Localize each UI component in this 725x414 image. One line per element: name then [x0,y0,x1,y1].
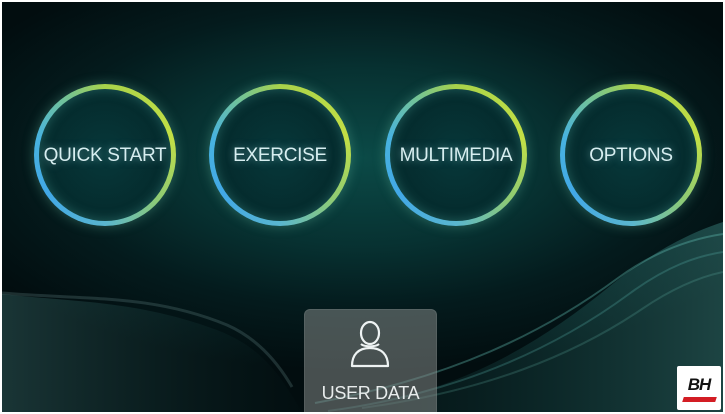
left-wave [2,294,302,412]
exercise-button[interactable]: EXERCISE [209,84,351,226]
brand-text: BH [687,375,712,394]
multimedia-label: MULTIMEDIA [399,145,513,166]
multimedia-button[interactable]: MULTIMEDIA [385,84,527,226]
options-label: OPTIONS [589,145,673,166]
options-button[interactable]: OPTIONS [560,84,702,226]
brand-accent-bar [682,397,717,402]
exercise-label: EXERCISE [233,145,327,166]
user-data-button[interactable]: USER DATA [304,309,437,412]
main-screen: QUICK START EXERCISE MULTIMEDIA OPTIONS … [2,2,723,412]
bh-logo: BH [677,366,721,410]
user-data-label: USER DATA [321,383,420,403]
user-icon [350,320,390,368]
quick-start-label: QUICK START [43,145,167,166]
quick-start-button[interactable]: QUICK START [34,84,176,226]
